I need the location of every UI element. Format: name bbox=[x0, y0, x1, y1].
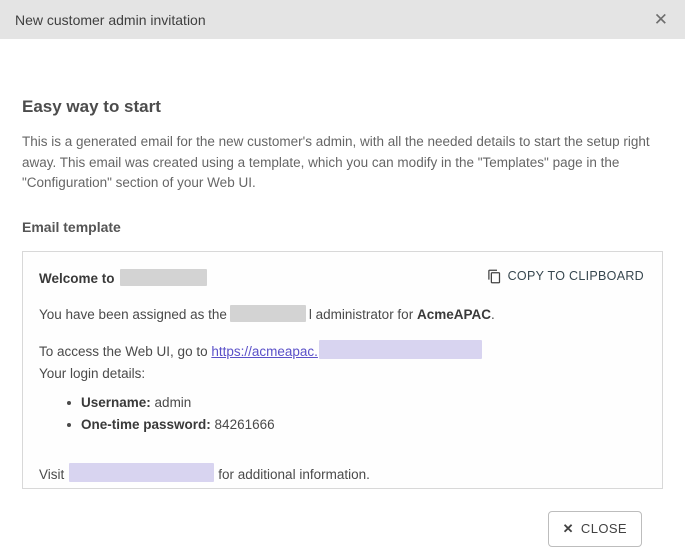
copy-icon bbox=[487, 269, 502, 284]
assigned-middle: l administrator for bbox=[309, 307, 413, 322]
company-name: AcmeAPAC bbox=[417, 307, 491, 322]
welcome-text: Welcome to bbox=[39, 271, 115, 286]
visit-prefix: Visit bbox=[39, 467, 64, 482]
close-icon[interactable]: ✕ bbox=[652, 9, 670, 30]
list-item-username: Username: admin bbox=[81, 392, 646, 414]
visit-line: Visit for additional information. bbox=[39, 463, 646, 482]
web-ui-link[interactable]: https://acmeapac. bbox=[211, 344, 318, 359]
web-ui-link-line: To access the Web UI, go to https://acme… bbox=[39, 340, 646, 363]
dialog-header: New customer admin invitation ✕ bbox=[0, 0, 685, 39]
password-label: One-time password: bbox=[81, 417, 211, 432]
username-value: admin bbox=[155, 395, 192, 410]
username-label: Username: bbox=[81, 395, 151, 410]
assigned-period: . bbox=[491, 307, 495, 322]
description-text: This is a generated email for the new cu… bbox=[22, 132, 663, 194]
password-value: 84261666 bbox=[215, 417, 275, 432]
list-item-password: One-time password: 84261666 bbox=[81, 414, 646, 436]
copy-button-label: COPY TO CLIPBOARD bbox=[508, 269, 644, 283]
copy-to-clipboard-button[interactable]: COPY TO CLIPBOARD bbox=[487, 269, 644, 284]
redacted-url bbox=[319, 340, 482, 359]
email-template-box: Welcome to COPY TO CLIPBOARD You have be… bbox=[22, 251, 663, 489]
assigned-prefix: You have been assigned as the bbox=[39, 307, 227, 322]
invitation-dialog: New customer admin invitation ✕ Easy way… bbox=[0, 0, 685, 554]
close-button-x-icon: ✕ bbox=[563, 521, 574, 537]
close-button[interactable]: ✕ CLOSE bbox=[548, 511, 642, 547]
email-template-label: Email template bbox=[22, 219, 663, 235]
dialog-title: New customer admin invitation bbox=[15, 12, 206, 28]
page-heading: Easy way to start bbox=[22, 97, 663, 117]
redacted-role bbox=[230, 305, 306, 322]
welcome-line: Welcome to bbox=[39, 269, 207, 286]
dialog-footer: ✕ CLOSE bbox=[22, 489, 663, 547]
login-details-list: Username: admin One-time password: 84261… bbox=[39, 392, 646, 436]
assigned-line: You have been assigned as the l administr… bbox=[39, 305, 646, 322]
close-button-label: CLOSE bbox=[581, 521, 627, 536]
email-topline: Welcome to COPY TO CLIPBOARD bbox=[39, 269, 646, 286]
redacted-visit-url bbox=[69, 463, 214, 482]
login-details-label: Your login details: bbox=[39, 363, 646, 385]
visit-suffix: for additional information. bbox=[218, 467, 370, 482]
dialog-body: Easy way to start This is a generated em… bbox=[0, 97, 685, 547]
redacted-customer-name bbox=[120, 269, 207, 286]
link-prefix: To access the Web UI, go to bbox=[39, 344, 211, 359]
